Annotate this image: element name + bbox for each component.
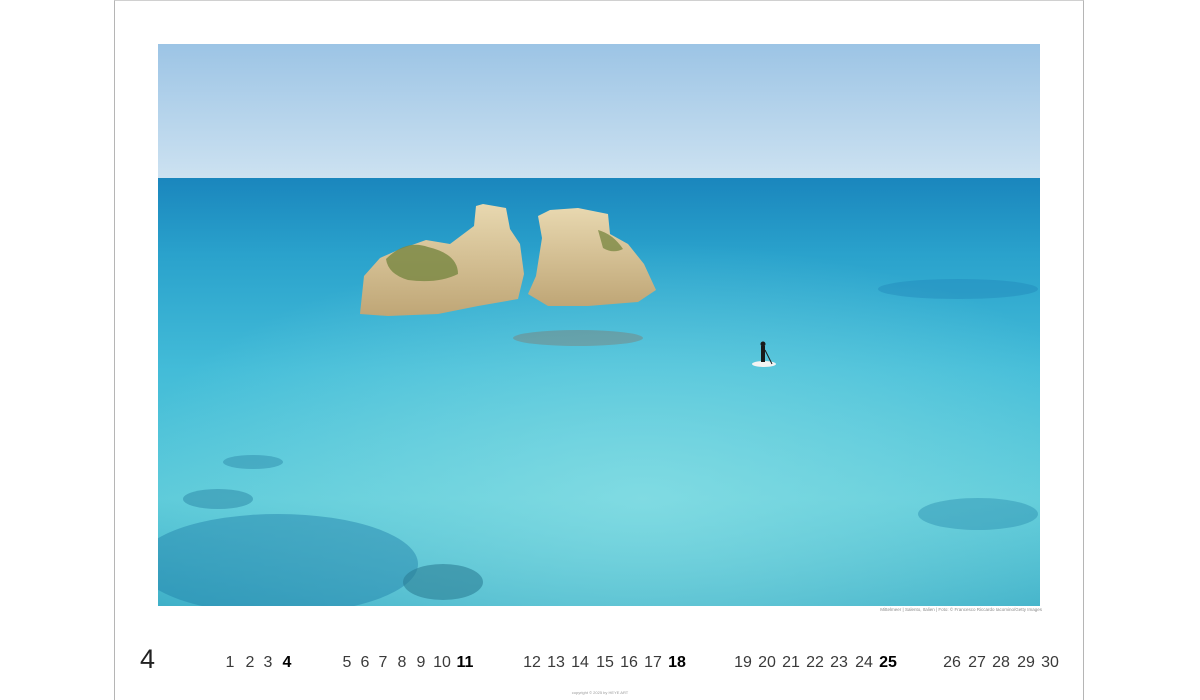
month-number: 4 [140,644,156,674]
day-28: 28 [992,654,1010,671]
day-3: 3 [263,654,273,671]
day-25: 25 [879,654,897,671]
day-8: 8 [397,654,407,671]
day-17: 17 [644,654,662,671]
day-14: 14 [571,654,589,671]
copyright-notice: copyright © 2025 by HEYE ART [571,690,629,695]
day-16: 16 [620,654,638,671]
day-20: 20 [758,654,776,671]
day-1: 1 [225,654,235,671]
day-26: 26 [943,654,961,671]
day-15: 15 [596,654,614,671]
sea-rocks-photo [158,44,1040,606]
day-11: 11 [456,654,474,671]
day-19: 19 [734,654,752,671]
day-10: 10 [433,654,451,671]
day-2: 2 [245,654,255,671]
day-24: 24 [855,654,873,671]
day-21: 21 [782,654,800,671]
day-30: 30 [1041,654,1059,671]
calendar-photo [158,44,1040,606]
day-22: 22 [806,654,824,671]
day-13: 13 [547,654,565,671]
day-4: 4 [282,654,292,671]
day-6: 6 [360,654,370,671]
day-27: 27 [968,654,986,671]
day-9: 9 [416,654,426,671]
day-5: 5 [342,654,352,671]
day-23: 23 [830,654,848,671]
day-12: 12 [523,654,541,671]
day-7: 7 [378,654,388,671]
day-18: 18 [668,654,686,671]
photo-credit: Mittelmeer | Salento, Italien | Foto: © … [880,607,1042,612]
day-29: 29 [1017,654,1035,671]
